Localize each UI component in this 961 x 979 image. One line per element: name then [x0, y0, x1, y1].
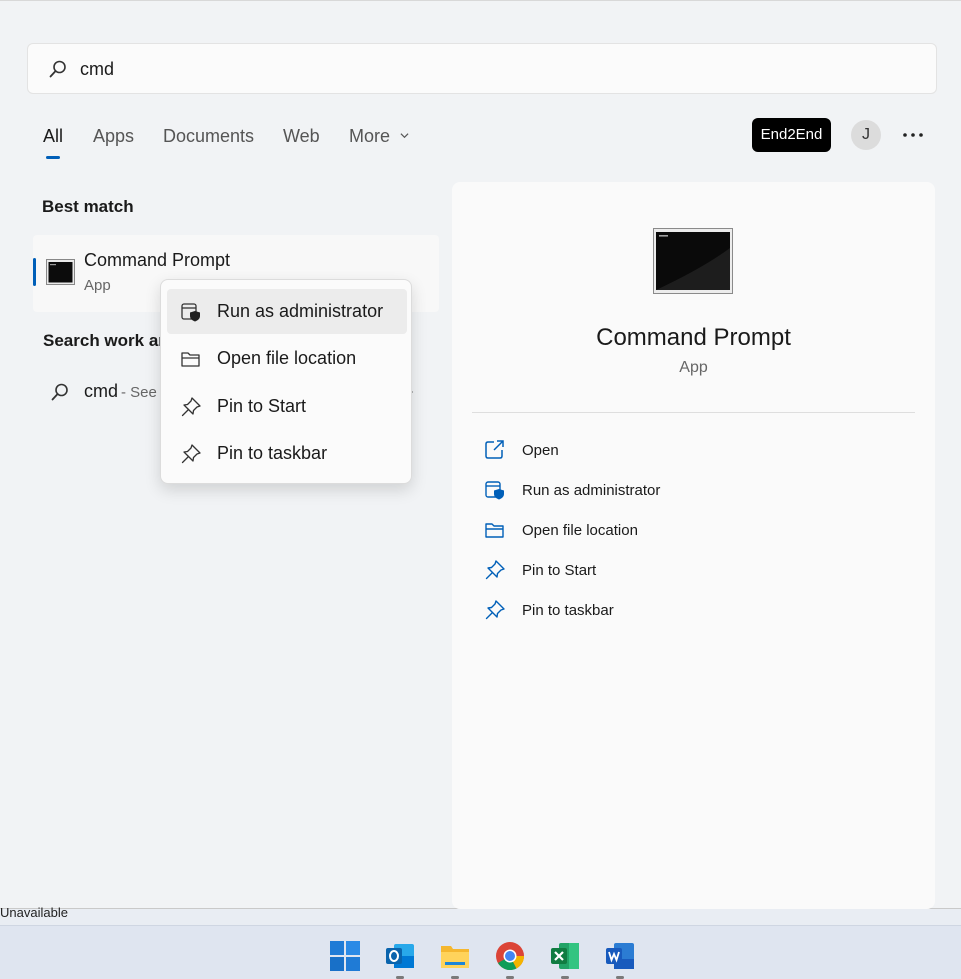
action-label: Open file location	[522, 522, 638, 539]
tab-more[interactable]: More	[349, 126, 409, 147]
ctx-label: Pin to taskbar	[217, 443, 328, 463]
ctx-pin-to-taskbar[interactable]: Pin to taskbar	[167, 431, 407, 476]
chrome-icon[interactable]	[494, 940, 526, 972]
active-tab-indicator	[46, 156, 60, 159]
command-prompt-icon	[46, 259, 75, 285]
ctx-pin-to-start[interactable]: Pin to Start	[167, 384, 407, 429]
folder-icon	[485, 523, 504, 538]
more-options-icon[interactable]	[900, 123, 926, 147]
result-type: App	[84, 277, 111, 294]
word-icon[interactable]	[604, 940, 636, 972]
action-open[interactable]: Open	[484, 437, 884, 465]
work-query: cmd	[84, 381, 119, 401]
search-input[interactable]	[80, 54, 900, 84]
action-pin-to-start[interactable]: Pin to Start	[484, 557, 884, 585]
tab-documents[interactable]: Documents	[163, 126, 254, 147]
action-open-file-location[interactable]: Open file location	[484, 517, 884, 545]
start-search-panel: All Apps Documents Web More End2End J Be…	[0, 0, 961, 909]
detail-pane: Command Prompt App Open Run as administr…	[452, 182, 935, 909]
command-prompt-large-icon	[653, 228, 733, 294]
status-unavailable: Unavailable	[0, 905, 68, 920]
selection-indicator	[33, 258, 36, 286]
taskbar	[0, 925, 961, 979]
shield-admin-icon	[181, 303, 200, 322]
chevron-down-icon	[400, 133, 409, 139]
pin-icon	[181, 397, 201, 417]
search-box[interactable]	[27, 43, 937, 94]
action-label: Run as administrator	[522, 482, 661, 499]
best-match-heading: Best match	[42, 197, 134, 216]
ctx-label: Pin to Start	[217, 396, 307, 416]
tab-documents-label: Documents	[163, 126, 255, 146]
outlook-icon[interactable]	[384, 940, 416, 972]
detail-app-name: Command Prompt	[596, 324, 791, 351]
search-icon	[49, 60, 66, 78]
pin-icon	[485, 600, 505, 620]
action-run-as-administrator[interactable]: Run as administrator	[484, 477, 884, 505]
ctx-label: Run as administrator	[217, 301, 384, 321]
search-work-heading: Search work ar	[43, 331, 165, 350]
divider	[472, 412, 915, 413]
pin-icon	[485, 560, 505, 580]
pin-icon	[181, 444, 201, 464]
tab-web-label: Web	[283, 126, 320, 146]
file-explorer-icon[interactable]	[439, 940, 471, 972]
action-pin-to-taskbar[interactable]: Pin to taskbar	[484, 597, 884, 625]
ctx-open-file-location[interactable]: Open file location	[167, 336, 407, 381]
organization-button[interactable]: End2End	[752, 118, 831, 152]
action-label: Open	[522, 442, 559, 459]
tab-apps[interactable]: Apps	[93, 126, 134, 147]
tab-more-label: More	[349, 126, 391, 146]
result-name: Command Prompt	[84, 250, 231, 270]
tab-all-label: All	[43, 126, 64, 146]
windows-start-icon[interactable]	[329, 940, 361, 972]
ctx-label: Open file location	[217, 348, 357, 368]
tab-web[interactable]: Web	[283, 126, 320, 147]
work-hint: - See	[121, 384, 157, 401]
folder-icon	[181, 352, 200, 367]
action-label: Pin to Start	[522, 562, 597, 579]
avatar[interactable]: J	[851, 120, 881, 150]
open-external-icon	[485, 440, 504, 459]
action-label: Pin to taskbar	[522, 602, 614, 619]
detail-app-type: App	[679, 359, 708, 376]
ctx-run-as-administrator[interactable]: Run as administrator	[167, 289, 407, 334]
tab-all[interactable]: All	[43, 126, 64, 159]
search-icon	[51, 383, 68, 401]
tab-apps-label: Apps	[93, 126, 135, 146]
context-menu: Run as administrator Open file location …	[160, 279, 412, 484]
excel-icon[interactable]	[549, 940, 581, 972]
shield-admin-icon	[485, 481, 504, 500]
